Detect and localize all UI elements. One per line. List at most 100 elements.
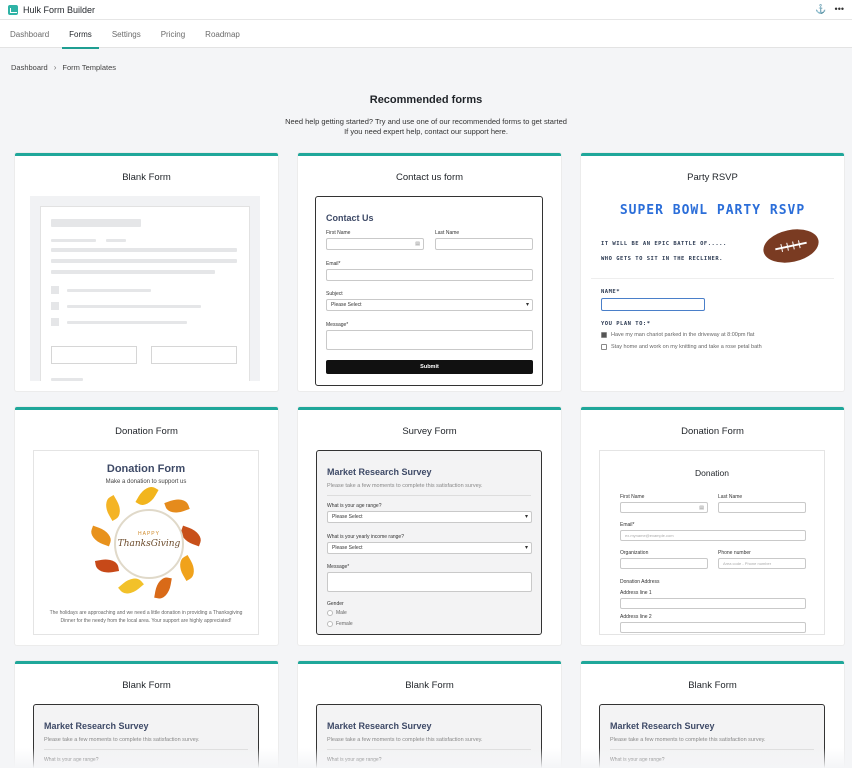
checkbox-icon (601, 344, 607, 350)
submit-button-preview: Submit (326, 360, 533, 374)
gender-male-option: Male (327, 610, 347, 616)
app-title: Hulk Form Builder (23, 4, 96, 15)
wreath-top-text: HAPPY (138, 531, 160, 537)
address-line-2-input (620, 622, 806, 633)
template-card-survey[interactable]: Survey Form Market Research Survey Pleas… (298, 407, 561, 645)
donation-thanksgiving-preview: Donation Form Make a donation to support… (33, 450, 259, 635)
template-card-blank-3[interactable]: Blank Form Market Research Survey Please… (581, 661, 844, 768)
email-input (326, 269, 533, 281)
donation-description: The holidays are approaching and we need… (49, 610, 243, 624)
tab-dashboard[interactable]: Dashboard (0, 20, 59, 48)
q1-label: What is your age range? (327, 757, 382, 763)
gender-female-option: Female (327, 621, 353, 627)
page-subtitle: Need help getting started? Try and use o… (0, 117, 852, 137)
template-card-contact-us[interactable]: Contact us form Contact Us First Name La… (298, 153, 561, 391)
rsvp-line-2: WHO GETS TO SIT IN THE RECLINER. (601, 256, 723, 262)
q1-label: What is your age range? (327, 503, 382, 509)
address-line-2-label: Address line 2 (620, 614, 652, 620)
template-card-blank-form[interactable]: Blank Form (15, 153, 278, 391)
preview-form-title: Contact Us (326, 213, 374, 223)
contact-form-preview: Contact Us First Name Last Name ▤ Email*… (315, 196, 543, 386)
email-input: ex.myname@example.com (620, 530, 806, 541)
main-tabs: Dashboard Forms Settings Pricing Roadmap (0, 20, 852, 49)
q1-label: What is your age range? (44, 757, 99, 763)
subject-select: Please Select (326, 299, 533, 311)
address-line-1-label: Address line 1 (620, 590, 652, 596)
page-title: Recommended forms (369, 94, 483, 106)
title-bar-actions: ⚓ ••• (815, 4, 844, 15)
address-label: Donation Address (620, 579, 660, 585)
survey-preview: Market Research Survey Please take a few… (316, 704, 542, 768)
template-card-party-rsvp[interactable]: Party RSVP SUPER BOWL PARTY RSVP IT WILL… (581, 153, 844, 391)
contact-card-icon: ▤ (699, 504, 704, 511)
q2-select: Please Select (327, 542, 532, 554)
radio-icon (327, 621, 333, 627)
message-textarea (327, 572, 532, 592)
wreath-main-text: ThanksGiving (117, 539, 181, 549)
preview-form-title: Market Research Survey (327, 721, 432, 731)
preview-form-title: Donation Form (106, 463, 186, 475)
template-card-blank-2[interactable]: Blank Form Market Research Survey Please… (298, 661, 561, 768)
checkbox-checked-icon (601, 332, 607, 338)
preview-form-subtitle: Please take a few moments to complete th… (610, 737, 766, 743)
breadcrumb-current: Form Templates (62, 63, 117, 72)
template-card-donation-thanksgiving[interactable]: Donation Form Donation Form Make a donat… (15, 407, 278, 645)
card-title: Blank Form (405, 680, 454, 691)
preview-form-subtitle: Please take a few moments to complete th… (327, 483, 483, 489)
rsvp-divider (591, 278, 834, 279)
subtitle-line-1: Need help getting started? Try and use o… (285, 117, 567, 126)
breadcrumb-dashboard[interactable]: Dashboard (11, 63, 48, 72)
pin-icon[interactable]: ⚓ (815, 4, 826, 15)
first-name-label: First Name (620, 494, 645, 500)
card-title: Blank Form (688, 680, 737, 691)
card-title: Blank Form (122, 680, 171, 691)
thanksgiving-wreath-icon: HAPPY ThanksGiving (88, 482, 204, 601)
q2-label: What is your yearly income range? (327, 534, 404, 540)
preview-form-subtitle: Please take a few moments to complete th… (327, 737, 483, 743)
phone-label: Phone number (718, 550, 751, 556)
preview-form-subtitle: Make a donation to support us (105, 479, 187, 485)
football-icon (760, 224, 822, 268)
tab-pricing[interactable]: Pricing (151, 20, 195, 48)
first-name-label: First Name (326, 230, 351, 236)
donation-detailed-preview: Donation First Name Last Name ▤ Email* e… (599, 450, 825, 635)
more-icon[interactable]: ••• (835, 4, 844, 15)
rsvp-form-preview: SUPER BOWL PARTY RSVP IT WILL BE AN EPIC… (591, 196, 834, 386)
card-title: Donation Form (115, 426, 178, 437)
tab-settings[interactable]: Settings (102, 20, 151, 48)
organization-label: Organization (620, 550, 649, 556)
rsvp-plan-label: YOU PLAN TO:* (601, 321, 651, 327)
card-title: Survey Form (402, 426, 457, 437)
address-line-1-input (620, 598, 806, 609)
card-title: Donation Form (681, 426, 744, 437)
message-label: Message* (327, 564, 350, 570)
rsvp-banner: SUPER BOWL PARTY RSVP (619, 203, 806, 218)
email-label: Email* (326, 261, 341, 267)
last-name-label: Last Name (718, 494, 743, 500)
email-label: Email* (620, 522, 635, 528)
template-card-donation-detailed[interactable]: Donation Form Donation First Name Last N… (581, 407, 844, 645)
subtitle-line-2: If you need expert help, contact our sup… (344, 127, 508, 136)
last-name-label: Last Name (435, 230, 460, 236)
rsvp-name-label: NAME* (601, 289, 621, 295)
last-name-input (718, 502, 806, 513)
preview-form-title: Donation (694, 468, 730, 478)
template-card-blank-1[interactable]: Blank Form Market Research Survey Please… (15, 661, 278, 768)
phone-input: Area code - Phone number (718, 558, 806, 569)
subject-label: Subject (326, 291, 343, 297)
rsvp-line-1: IT WILL BE AN EPIC BATTLE OF..... (601, 241, 727, 247)
preview-form-title: Market Research Survey (327, 467, 432, 477)
organization-input (620, 558, 708, 569)
survey-preview: Market Research Survey Please take a few… (33, 704, 259, 768)
tab-forms[interactable]: Forms (59, 20, 102, 49)
tab-roadmap[interactable]: Roadmap (195, 20, 250, 48)
last-name-input (435, 238, 533, 250)
survey-form-preview: Market Research Survey Please take a few… (316, 450, 542, 635)
chevron-right-icon: › (53, 63, 57, 72)
rsvp-name-input (601, 298, 705, 311)
preview-form-title: Market Research Survey (610, 721, 715, 731)
message-label: Message* (326, 322, 349, 328)
contact-card-icon: ▤ (415, 241, 420, 247)
card-title: Blank Form (122, 172, 171, 183)
card-title: Party RSVP (687, 172, 738, 183)
